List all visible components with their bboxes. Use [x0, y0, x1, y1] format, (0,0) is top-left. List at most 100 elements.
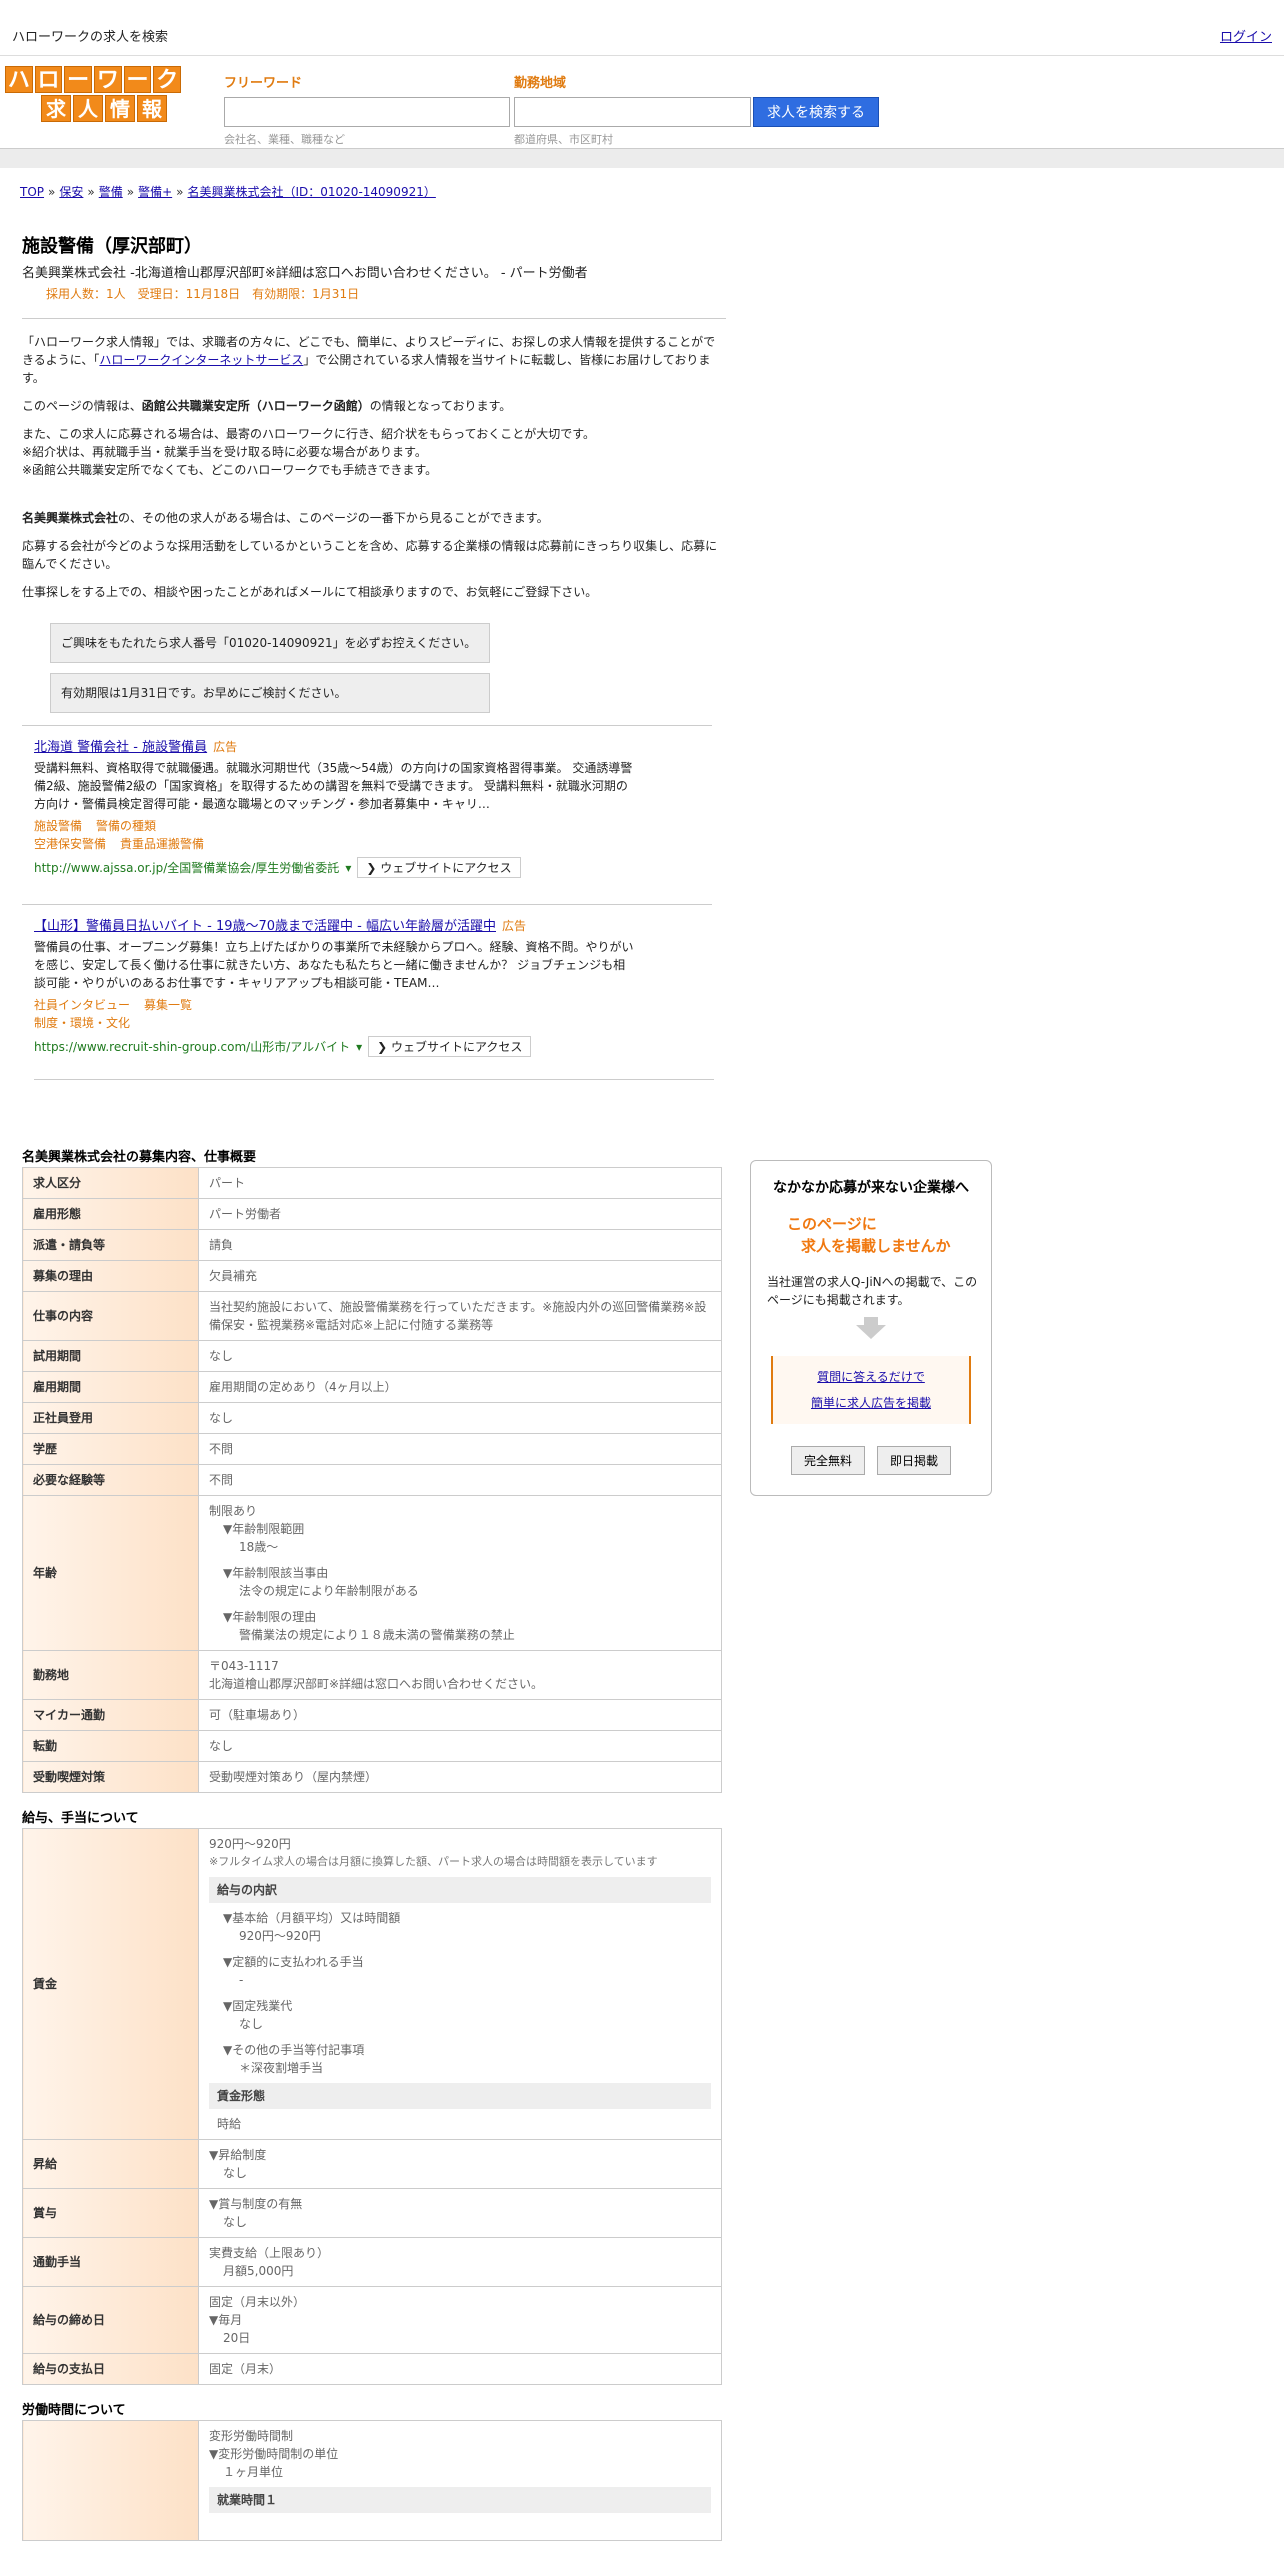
ad-sitelink[interactable]: 空港保安警備	[34, 837, 106, 851]
ad-sitelinks: 社員インタビュー 募集一覧 制度・環境・文化	[34, 996, 700, 1032]
logo-char: 情	[105, 95, 135, 122]
ad-url[interactable]: http://www.ajssa.or.jp/全国警備業協会/厚生労働省委託	[34, 859, 339, 876]
sidebar-catch: このページに 求人を掲載しませんか	[787, 1215, 951, 1255]
ad-sitelink[interactable]: 貴重品運搬警備	[120, 837, 204, 851]
advice-paragraph: 応募する会社が今どのような採用活動をしているかということを含め、応募する企業様の…	[22, 539, 718, 571]
search-header: ハローワーク 求人情報 フリーワード 会社名、業種、職種など 勤務地域 都道府県…	[0, 56, 1284, 148]
divider	[34, 1079, 714, 1080]
table-row: 転勤 なし	[22, 1730, 722, 1762]
hellowork-internet-link[interactable]: ハローワークインターネットサービス	[99, 353, 303, 367]
table-row: 学歴 不問	[22, 1433, 722, 1465]
work-hours-title: 労働時間について	[22, 2403, 126, 2418]
table-row: 賞与 ▼賞与制度の有無 なし	[22, 2188, 722, 2238]
table-row: 仕事の内容 当社契約施設において、施設警備業務を行っていただきます。※施設内外の巡…	[22, 1291, 722, 1341]
main-content: 施設警備（厚沢部町） 名美興業株式会社 -北海道檜山郡厚沢部町※詳細は窓口へお問…	[22, 232, 726, 1080]
table-row: マイカー通勤 可（駐車場あり）	[22, 1699, 722, 1731]
site-title: ハローワークの求人を検索	[12, 30, 169, 45]
ad-url[interactable]: https://www.recruit-shin-group.com/山形市/ア…	[34, 1038, 350, 1055]
login-link[interactable]: ログイン	[1220, 26, 1272, 45]
freeword-input[interactable]	[224, 97, 510, 127]
sidebar-buttons: 完全無料 即日掲載	[761, 1446, 981, 1475]
logo-char: 人	[73, 95, 103, 122]
area-hint: 都道府県、市区町村	[514, 133, 613, 146]
divider	[22, 318, 726, 319]
table-row: 変形労働時間制 ▼変形労働時間制の単位 １ヶ月単位 就業時間１	[22, 2420, 722, 2541]
freeword-block: フリーワード 会社名、業種、職種など	[224, 72, 510, 147]
ad-block: 【山形】警備員日払いバイト - 19歳～70歳まで活躍中 - 幅広い年齢層が活躍…	[22, 904, 712, 1069]
ad-sitelink[interactable]: 制度・環境・文化	[34, 1016, 130, 1030]
intro-paragraph: 「ハローワーク求人情報」では、求職者の方々に、どこでも、簡単に、よりスピーディに…	[22, 335, 716, 385]
breadcrumb-security[interactable]: 保安	[59, 185, 83, 199]
table-row: 賃金 920円〜920円 ※フルタイム求人の場合は月額に換算した額、パート求人の…	[22, 1828, 722, 2140]
expiry-notice: 有効期限は1月31日です。お早めにご検討ください。	[50, 673, 490, 713]
chevron-down-icon[interactable]: ▾	[356, 1040, 362, 1054]
table-row: 勤務地 〒043-1117 北海道檜山郡厚沢部町※詳細は窓口へお問い合わせください…	[22, 1650, 722, 1700]
ad-block: 北海道 警備会社 - 施設警備員 広告 受講料無料、資格取得で就職優遇。就職氷河期…	[22, 725, 712, 890]
breadcrumb: TOP» 保安» 警備» 警備+» 名美興業株式会社（ID：01020-14090921…	[20, 185, 436, 199]
ad-sitelink[interactable]: 警備の種類	[96, 819, 156, 833]
sidebar-link-box: 質問に答えるだけで 簡単に求人広告を掲載	[771, 1356, 971, 1424]
job-info-title: 名美興業株式会社の募集内容、仕事概要	[22, 1150, 257, 1165]
arrow-down-icon	[856, 1317, 886, 1339]
job-info-table: 求人区分 パート 雇用形態 パート労働者 派遣・請負等 請負 募集の理由 欠員補充 仕事…	[22, 1167, 722, 1793]
logo-char: ー	[123, 66, 152, 93]
logo-char: ク	[153, 66, 182, 93]
logo-char: ワ	[94, 66, 122, 93]
freeword-hint: 会社名、業種、職種など	[224, 133, 345, 146]
table-row: 派遣・請負等 請負	[22, 1229, 722, 1261]
table-row: 雇用期間 雇用期間の定めあり（4ヶ月以上）	[22, 1371, 722, 1403]
ad-badge: 広告	[502, 919, 527, 933]
ad-title-link[interactable]: 北海道 警備会社 - 施設警備員	[34, 740, 207, 755]
site-logo[interactable]: ハローワーク 求人情報	[5, 66, 182, 122]
logo-char: ハ	[5, 66, 33, 93]
table-row: 募集の理由 欠員補充	[22, 1260, 722, 1292]
area-block: 勤務地域 都道府県、市区町村	[514, 72, 751, 147]
search-button-wrap: 求人を検索する	[753, 97, 879, 127]
logo-char: ー	[64, 66, 93, 93]
breadcrumb-top[interactable]: TOP	[20, 185, 44, 199]
area-input[interactable]	[514, 97, 751, 127]
logo-char: 報	[137, 95, 167, 122]
free-button[interactable]: 完全無料	[790, 1446, 865, 1475]
breadcrumb-guard[interactable]: 警備	[99, 185, 123, 199]
job-info-section: 名美興業株式会社の募集内容、仕事概要 求人区分 パート 雇用形態 パート労働者 派遣…	[22, 1146, 722, 2541]
job-number-notice: ご興味をもたれたら求人番号「01020-14090921」を必ずお控えください。	[50, 623, 490, 663]
ad-sitelink[interactable]: 社員インタビュー	[34, 998, 130, 1012]
breadcrumb-company[interactable]: 名美興業株式会社（ID：01020-14090921）	[187, 185, 435, 199]
freeword-label: フリーワード	[224, 76, 303, 91]
breadcrumb-guard-plus[interactable]: 警備+	[138, 185, 172, 199]
table-row: 求人区分 パート	[22, 1167, 722, 1199]
logo-char: ロ	[34, 66, 63, 93]
table-row: 給与の支払日 固定（月末）	[22, 2353, 722, 2385]
table-row: 雇用形態 パート労働者	[22, 1198, 722, 1230]
job-subtitle: 名美興業株式会社 -北海道檜山郡厚沢部町※詳細は窓口へお問い合わせください。 -…	[22, 266, 588, 281]
table-row: 試用期間 なし	[22, 1340, 722, 1372]
source-paragraph: このページの情報は、函館公共職業安定所（ハローワーク函館）の情報となっております…	[22, 399, 512, 413]
table-row: 昇給 ▼昇給制度 なし	[22, 2139, 722, 2189]
ad-description: 警備員の仕事、オープニング募集！立ち上げたばかりの事業所で未経験からプロへ。経験…	[34, 940, 634, 990]
table-row: 必要な経験等 不問	[22, 1464, 722, 1496]
ad-url-row: http://www.ajssa.or.jp/全国警備業協会/厚生労働省委託 ▾ ❯…	[34, 857, 700, 878]
sidebar-link-answer[interactable]: 質問に答えるだけで	[773, 1364, 969, 1390]
work-hours-table: 変形労働時間制 ▼変形労働時間制の単位 １ヶ月単位 就業時間１	[22, 2420, 722, 2541]
table-row: 給与の締め日 固定（月末以外） ▼毎月 20日	[22, 2286, 722, 2354]
table-row: 受動喫煙対策 受動喫煙対策あり（屋内禁煙）	[22, 1761, 722, 1793]
advertise-sidebar: なかなか応募が来ない企業様へ このページに 求人を掲載しませんか 当社運営の求人Q…	[750, 1160, 992, 1496]
sidebar-link-post[interactable]: 簡単に求人広告を掲載	[773, 1390, 969, 1416]
ad-sitelink[interactable]: 施設警備	[34, 819, 82, 833]
consult-paragraph: 仕事探しをする上での、相談や困ったことがあればメールにて相談承りますので、お気軽…	[22, 585, 598, 599]
salary-table: 賃金 920円〜920円 ※フルタイム求人の場合は月額に換算した額、パート求人の…	[22, 1828, 722, 2385]
ad-sitelinks: 施設警備 警備の種類 空港保安警備 貴重品運搬警備	[34, 817, 700, 853]
chevron-down-icon[interactable]: ▾	[345, 861, 351, 875]
sidebar-description: 当社運営の求人Q-JiNへの掲載で、このページにも掲載されます。	[767, 1275, 978, 1307]
search-button[interactable]: 求人を検索する	[753, 97, 879, 127]
visit-website-button[interactable]: ❯ ウェブサイトにアクセス	[357, 857, 521, 878]
ad-title-link[interactable]: 【山形】警備員日払いバイト - 19歳～70歳まで活躍中 - 幅広い年齢層が活躍…	[34, 919, 496, 934]
ad-description: 受講料無料、資格取得で就職優遇。就職氷河期世代（35歳～54歳）の方向けの国家資…	[34, 761, 633, 811]
ad-sitelink[interactable]: 募集一覧	[144, 998, 192, 1012]
ad-badge: 広告	[213, 740, 238, 754]
same-day-button[interactable]: 即日掲載	[877, 1446, 952, 1475]
visit-website-button[interactable]: ❯ ウェブサイトにアクセス	[368, 1036, 532, 1057]
page-title: 施設警備（厚沢部町）	[22, 236, 202, 257]
job-meta: 採用人数：1人 受理日：11月18日 有効期限：1月31日	[46, 287, 360, 301]
